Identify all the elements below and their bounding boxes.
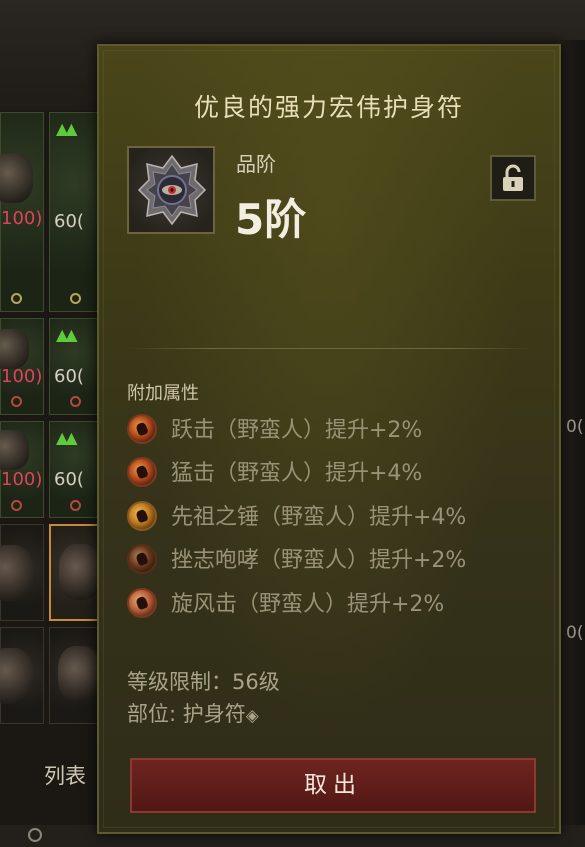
clock-icon[interactable] [28, 828, 42, 842]
affix-text: 先祖之锤（野蛮人）提升+4% [171, 505, 467, 530]
leap-skill-icon [127, 414, 157, 444]
item-icon-frame [127, 146, 215, 234]
challenging-shout-skill-icon [127, 544, 157, 574]
durability-text: 100) [1, 469, 43, 490]
affix-row: 跃击（野蛮人）提升+2% [127, 412, 547, 444]
amulet-item-icon [59, 544, 101, 600]
affix-row: 旋风击（野蛮人）提升+2% [127, 586, 547, 618]
socket-icon [11, 500, 22, 511]
inventory-slot[interactable]: ▲▲ 60( [49, 421, 99, 518]
item-level-text: 60 [54, 366, 77, 387]
grade-value: 5阶 [235, 195, 307, 244]
durability-text: 100) [1, 208, 43, 229]
armor-item-icon [0, 329, 29, 369]
socket-icon [70, 396, 81, 407]
list-tab-label[interactable]: 列表 [44, 760, 86, 790]
affix-row: 先祖之锤（野蛮人）提升+4% [127, 499, 547, 531]
whirlwind-skill-icon [127, 588, 157, 618]
armor-item-icon [0, 153, 33, 203]
inventory-slot-selected[interactable] [49, 524, 101, 621]
item-tooltip: 优良的强力宏伟护身符 品阶 5阶 附加属性 跃击（野蛮人）提升+2% 猛击（野蛮… [97, 44, 561, 834]
right-edge-text: 0( [566, 417, 584, 437]
affixes-section-label: 附加属性 [127, 383, 199, 404]
amulet-item-icon [58, 646, 100, 702]
affix-row: 挫志咆哮（野蛮人）提升+2% [127, 542, 547, 574]
affix-text: 挫志咆哮（野蛮人）提升+2% [171, 548, 467, 573]
section-divider [127, 348, 535, 349]
socket-icon [11, 396, 22, 407]
durability-text: 100) [1, 366, 43, 387]
socket-icon [11, 293, 22, 304]
hammer-of-ancients-skill-icon [127, 501, 157, 531]
armor-item-icon [0, 430, 29, 470]
inventory-slot[interactable]: 100) [0, 112, 44, 312]
inventory-slot[interactable]: ▲▲ 60( [49, 318, 99, 415]
upgrade-arrow-icon: ▲▲ [56, 428, 78, 447]
inventory-slot[interactable]: 100) [0, 318, 44, 415]
item-level-text: 60 [54, 469, 77, 490]
item-title: 优良的强力宏伟护身符 [193, 93, 464, 122]
affix-row: 猛击（野蛮人）提升+4% [127, 455, 547, 487]
inventory-slot[interactable]: ▲▲ 60( [49, 112, 99, 312]
upgrade-arrow-icon: ▲▲ [56, 325, 78, 344]
lock-toggle-button[interactable] [490, 155, 536, 201]
level-requirement: 等级限制：56级 [127, 670, 280, 694]
affix-text: 跃击（野蛮人）提升+2% [171, 418, 423, 443]
grade-label: 品阶 [236, 152, 276, 176]
affix-text: 猛击（野蛮人）提升+4% [171, 461, 423, 486]
upgrade-arrow-icon: ▲▲ [56, 119, 78, 138]
inventory-slot[interactable] [0, 524, 44, 621]
socket-icon [70, 293, 81, 304]
right-edge-text: 0( [566, 623, 584, 643]
item-level-text: 60 [54, 211, 77, 232]
inventory-slot[interactable]: 100) [0, 421, 44, 518]
inventory-right-column [560, 40, 585, 847]
amulet-icon [137, 154, 207, 226]
take-out-button[interactable]: 取出 [130, 758, 536, 813]
slot-type-text: 部位: 护身符 [127, 702, 246, 726]
amulet-slot-icon: ◈ [245, 706, 259, 726]
armor-item-icon [0, 648, 33, 704]
unlocked-padlock-icon [503, 164, 523, 191]
bash-skill-icon [127, 457, 157, 487]
inventory-slot[interactable] [0, 627, 44, 724]
inventory-slot[interactable] [49, 627, 100, 724]
affix-text: 旋风击（野蛮人）提升+2% [171, 592, 445, 617]
slot-type-row: 部位: 护身符◈ [127, 698, 259, 728]
armor-item-icon [0, 545, 33, 601]
socket-icon [70, 500, 81, 511]
